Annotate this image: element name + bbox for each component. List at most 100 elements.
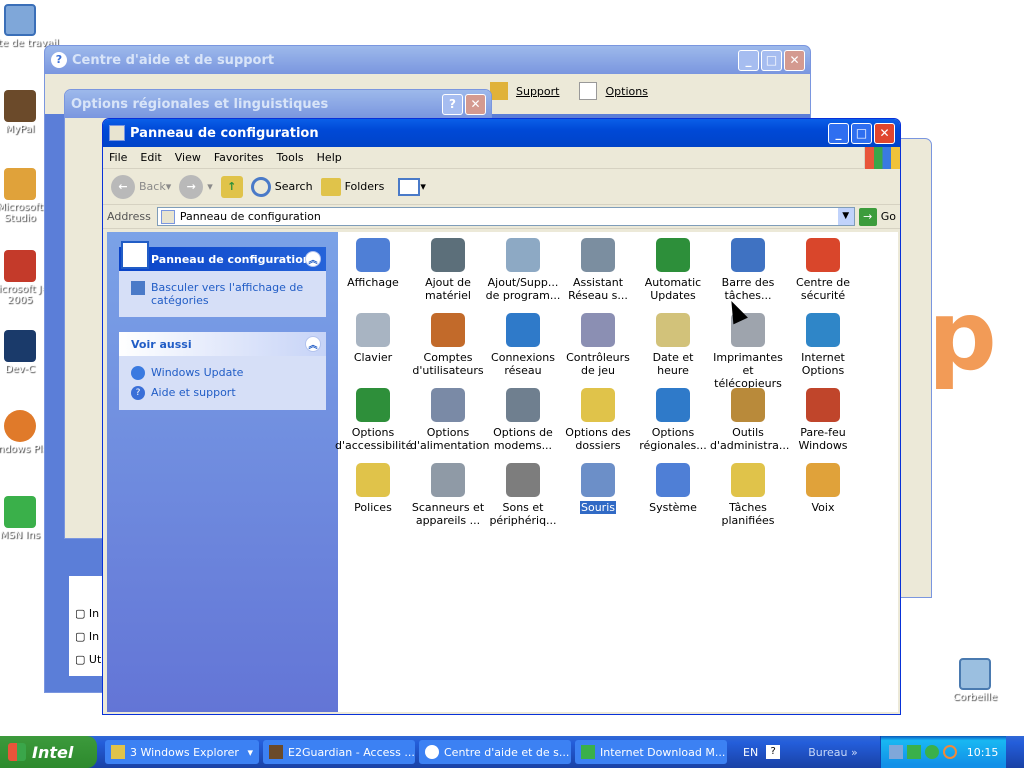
- cp-item[interactable]: Ajout/Supp... de program...: [485, 238, 561, 302]
- panel-see-also: Voir aussi ︽ Windows Update ? Aide et su…: [119, 332, 326, 410]
- start-button[interactable]: Intel: [0, 736, 97, 768]
- cp-item[interactable]: Affichage: [335, 238, 411, 289]
- bureau-toolbar[interactable]: Bureau »: [808, 746, 858, 759]
- cp-item[interactable]: Options régionales...: [635, 388, 711, 452]
- cp-item-icon: [431, 388, 465, 422]
- control-panel-titlebar[interactable]: Panneau de configuration _ □ ✕: [103, 119, 900, 147]
- network-tray-icon[interactable]: [888, 745, 903, 759]
- cp-item[interactable]: Options des dossiers: [560, 388, 636, 452]
- sync-tray-icon[interactable]: [924, 745, 939, 759]
- cp-item[interactable]: Centre de sécurité: [785, 238, 861, 302]
- views-button[interactable]: ▾: [398, 177, 426, 196]
- dropdown-arrow-icon[interactable]: ▼: [837, 208, 854, 225]
- cp-item-icon: [356, 388, 390, 422]
- support-button[interactable]: Support: [516, 85, 559, 98]
- cp-item-label: Scanneurs et appareils ...: [411, 501, 485, 527]
- cp-item[interactable]: Polices: [335, 463, 411, 514]
- cp-item[interactable]: Voix: [785, 463, 861, 514]
- windows-logo-icon: [864, 146, 900, 169]
- help-button[interactable]: ?: [442, 93, 463, 115]
- cp-item[interactable]: Sons et périphériq...: [485, 463, 561, 527]
- close-button[interactable]: ✕: [784, 49, 805, 71]
- cp-item[interactable]: Système: [635, 463, 711, 514]
- collapse-chevron-icon[interactable]: ︽: [305, 251, 321, 267]
- lang-help-icon[interactable]: ?: [766, 745, 781, 759]
- help-window-titlebar[interactable]: ? Centre d'aide et de support _ □ ✕: [45, 46, 810, 74]
- menu-favorites[interactable]: Favorites: [214, 151, 264, 164]
- up-button[interactable]: ↑: [220, 175, 243, 198]
- options-button[interactable]: Options: [605, 85, 647, 98]
- cp-item[interactable]: Tâches planifiées: [710, 463, 786, 527]
- control-panel-window[interactable]: Panneau de configuration _ □ ✕ File Edit…: [102, 118, 901, 715]
- cp-item[interactable]: Clavier: [335, 313, 411, 364]
- menu-tools[interactable]: Tools: [277, 151, 304, 164]
- search-tray-icon[interactable]: [942, 745, 957, 759]
- list-item[interactable]: ▢ In: [75, 625, 101, 648]
- folders-button[interactable]: Folders: [320, 177, 384, 196]
- cp-item[interactable]: Assistant Réseau s...: [560, 238, 636, 302]
- options-icon: [579, 82, 598, 100]
- windows-flag-icon: [8, 743, 26, 761]
- cp-item[interactable]: Automatic Updates: [635, 238, 711, 302]
- cp-item[interactable]: Ajout de matériel: [410, 238, 486, 302]
- cp-item[interactable]: Barre des tâches...: [710, 238, 786, 302]
- minimize-button[interactable]: _: [738, 49, 759, 71]
- idm-tray-icon[interactable]: [906, 745, 921, 759]
- cp-item[interactable]: Internet Options: [785, 313, 861, 377]
- cp-item-label: Options des dossiers: [565, 426, 631, 452]
- list-item[interactable]: ▢ Ut: [75, 648, 101, 671]
- support-icon: [490, 82, 508, 100]
- cp-item[interactable]: Souris: [560, 463, 636, 514]
- list-item[interactable]: ▢ In: [75, 602, 101, 625]
- idm-icon: [581, 745, 595, 759]
- cp-item[interactable]: Pare-feu Windows: [785, 388, 861, 452]
- cp-item-icon: [581, 388, 615, 422]
- cp-item-label: Système: [649, 501, 697, 514]
- forward-button[interactable]: → ▾: [179, 174, 213, 199]
- cp-item[interactable]: Outils d'administra...: [710, 388, 789, 452]
- task-e2guardian[interactable]: E2Guardian - Access ...: [263, 740, 415, 764]
- minimize-button[interactable]: _: [828, 122, 849, 144]
- regional-window-titlebar[interactable]: Options régionales et linguistiques ? ✕: [65, 90, 491, 118]
- cp-item-icon: [506, 463, 540, 497]
- maximize-button[interactable]: □: [761, 49, 782, 71]
- go-button[interactable]: → Go: [858, 207, 896, 226]
- desktop-icon-recycle-bin[interactable]: Corbeille: [935, 658, 1015, 703]
- switch-category-view-link[interactable]: Basculer vers l'affichage de catégories: [151, 281, 314, 307]
- back-button[interactable]: ← Back ▾: [111, 174, 171, 199]
- search-button[interactable]: Search: [250, 176, 313, 197]
- devc-icon: [4, 330, 36, 362]
- control-panel-large-icon: [121, 241, 149, 269]
- cp-item[interactable]: Date et heure: [635, 313, 711, 377]
- cp-item[interactable]: Imprimantes et télécopieurs: [710, 313, 786, 390]
- desktop-icon-my-computer[interactable]: Poste de travail: [0, 4, 60, 49]
- forward-arrow-icon: →: [179, 174, 204, 199]
- cp-item[interactable]: Comptes d'utilisateurs: [410, 313, 486, 377]
- cp-item[interactable]: Options d'alimentation: [410, 388, 489, 452]
- task-windows-explorer[interactable]: 3 Windows Explorer ▾: [105, 740, 259, 764]
- windows-update-link[interactable]: Windows Update: [151, 366, 243, 380]
- switch-view-icon: [131, 281, 145, 295]
- panel-title[interactable]: Voir aussi ︽: [119, 332, 326, 356]
- task-help-support[interactable]: Centre d'aide et de s...: [419, 740, 571, 764]
- clock: 10:15: [966, 745, 999, 759]
- maximize-button[interactable]: □: [851, 122, 872, 144]
- menu-file[interactable]: File: [109, 151, 127, 164]
- task-internet-download-manager[interactable]: Internet Download M...: [575, 740, 727, 764]
- menu-edit[interactable]: Edit: [140, 151, 161, 164]
- panel-title[interactable]: Panneau de configuration ︽: [119, 241, 326, 271]
- menu-help[interactable]: Help: [317, 151, 342, 164]
- language-indicator[interactable]: EN: [743, 746, 758, 759]
- cp-item[interactable]: Options d'accessibilité: [335, 388, 412, 452]
- close-button[interactable]: ✕: [874, 122, 895, 144]
- help-support-link[interactable]: Aide et support: [151, 386, 236, 400]
- menu-view[interactable]: View: [175, 151, 201, 164]
- address-input[interactable]: Panneau de configuration ▼: [156, 207, 855, 226]
- desktop: Poste de travail MyPal Microsoft Studio …: [0, 0, 1024, 736]
- cp-item[interactable]: Contrôleurs de jeu: [560, 313, 636, 377]
- cp-item[interactable]: Scanneurs et appareils ...: [410, 463, 486, 527]
- cp-item[interactable]: Options de modems...: [485, 388, 561, 452]
- close-button[interactable]: ✕: [465, 93, 486, 115]
- cp-item[interactable]: Connexions réseau: [485, 313, 561, 377]
- collapse-chevron-icon[interactable]: ︽: [305, 336, 321, 352]
